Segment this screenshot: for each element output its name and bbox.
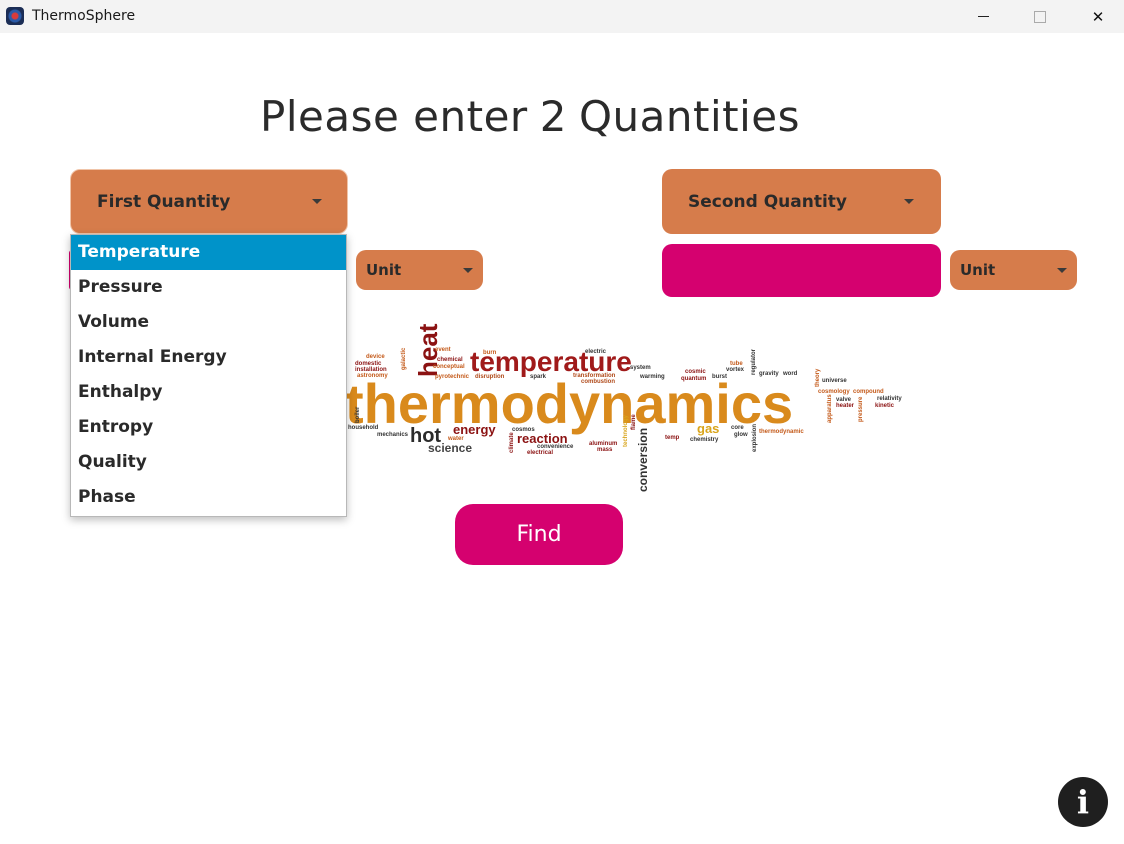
word-cloud-quantum: quantum [681, 376, 706, 382]
info-icon: i [1076, 783, 1090, 821]
close-icon: ✕ [1091, 7, 1105, 26]
word-cloud-glow: glow [734, 432, 748, 438]
word-cloud-burst: burst [712, 374, 727, 380]
word-cloud-household: household [348, 425, 379, 431]
word-cloud-pyrotechnic: pyrotechnic [435, 374, 470, 380]
word-cloud-universe: universe [822, 378, 847, 384]
dropdown-option-quality[interactable]: Quality [71, 445, 346, 480]
word-cloud-core: core [731, 425, 744, 431]
word-cloud-science: science [428, 441, 472, 455]
word-cloud-conceptual: conceptual [433, 364, 465, 370]
word-cloud-vortex: vortex [726, 367, 745, 373]
word-cloud-cosmology: cosmology [818, 389, 850, 395]
word-cloud-warming: warming [639, 374, 665, 380]
word-cloud-electrical: electrical [527, 450, 553, 456]
word-cloud-chemistry: chemistry [690, 437, 719, 443]
word-cloud-galactic: galactic [401, 347, 407, 370]
heading-prefix: Please enter [260, 92, 528, 141]
word-cloud-mechanics: mechanics [377, 432, 409, 438]
word-cloud-gas: gas [697, 421, 719, 436]
word-cloud-device: device [366, 354, 385, 360]
chevron-down-icon [463, 268, 473, 273]
word-cloud-aluminum: aluminum [589, 441, 617, 447]
word-cloud-gravity: gravity [759, 371, 779, 377]
word-cloud-kinetic: kinetic [875, 403, 895, 409]
chevron-down-icon [904, 199, 914, 204]
dropdown-option-phase[interactable]: Phase [71, 480, 346, 515]
word-cloud-pressure: pressure [858, 396, 864, 422]
word-cloud-chemical: chemical [437, 357, 463, 363]
word-cloud-burn: burn [483, 350, 497, 356]
window-title: ThermoSphere [32, 8, 136, 24]
word-cloud-mass: mass [597, 447, 613, 453]
dropdown-option-enthalpy[interactable]: Enthalpy [71, 375, 346, 410]
word-cloud-theory: theory [815, 368, 821, 387]
word-cloud-transformation: transformation [573, 373, 616, 379]
first-unit-combo[interactable]: Unit [356, 250, 483, 290]
first-quantity-combo[interactable]: First Quantity [70, 169, 348, 234]
word-cloud-system: system [630, 365, 651, 371]
chevron-down-icon [312, 199, 322, 204]
thermodynamics-word-cloud: thermodynamics temperature heat hot scie… [345, 323, 902, 492]
word-cloud-astronomy: astronomy [357, 373, 388, 379]
second-unit-label: Unit [960, 261, 996, 279]
dropdown-option-pressure[interactable]: Pressure [71, 270, 346, 305]
word-cloud-cosmos: cosmos [512, 427, 535, 433]
first-unit-label: Unit [366, 261, 402, 279]
word-cloud-compound: compound [853, 389, 884, 395]
first-quantity-dropdown-list: Temperature Pressure Volume Internal Ene… [70, 234, 347, 517]
heading-count: 2 [539, 92, 567, 141]
minimize-icon [977, 16, 989, 17]
first-quantity-label: First Quantity [97, 191, 231, 212]
maximize-button[interactable] [1017, 0, 1063, 33]
word-cloud-electric: electric [585, 349, 607, 355]
info-button[interactable]: i [1058, 777, 1108, 827]
word-cloud-apparatus: apparatus [827, 394, 833, 423]
chevron-down-icon [1057, 268, 1067, 273]
second-unit-combo[interactable]: Unit [950, 250, 1077, 290]
heading-suffix: Quantities [578, 92, 800, 141]
dropdown-option-temperature[interactable]: Temperature [71, 235, 346, 270]
maximize-icon [1034, 10, 1046, 23]
word-cloud-event: event [435, 347, 451, 353]
word-cloud-technology: technology [623, 414, 629, 447]
page-heading: Please enter 2 Quantities [0, 92, 1060, 141]
word-cloud-relativity: relativity [877, 396, 902, 402]
word-cloud-regulator: regulator [751, 348, 757, 375]
word-cloud-word: word [782, 371, 798, 377]
word-cloud-energy: energy [453, 422, 496, 437]
word-cloud-climate: climate [509, 432, 515, 453]
word-cloud-thermodynamic: thermodynamic [759, 429, 804, 435]
word-cloud-disruption: disruption [475, 374, 505, 380]
second-value-input[interactable] [662, 244, 941, 297]
dropdown-option-entropy[interactable]: Entropy [71, 410, 346, 445]
second-quantity-label: Second Quantity [688, 191, 848, 212]
find-button[interactable]: Find [455, 504, 623, 565]
app-logo-icon [6, 7, 24, 25]
word-cloud-conversion: conversion [636, 428, 650, 492]
close-button[interactable]: ✕ [1075, 0, 1121, 33]
second-quantity-combo[interactable]: Second Quantity [662, 169, 941, 234]
word-cloud-boiler: boiler [355, 406, 361, 423]
word-cloud-cosmic: cosmic [685, 369, 706, 375]
dropdown-option-volume[interactable]: Volume [71, 305, 346, 340]
title-bar: ThermoSphere ✕ [0, 0, 1124, 33]
word-cloud-water: water [447, 436, 464, 442]
word-cloud-explosion: explosion [752, 424, 758, 452]
dropdown-option-internal-energy[interactable]: Internal Energy [71, 340, 346, 375]
word-cloud-heater: heater [836, 403, 855, 409]
word-cloud-temp: temp [665, 435, 680, 441]
word-cloud-spark: spark [530, 374, 547, 380]
minimize-button[interactable] [960, 0, 1006, 33]
word-cloud-flame: flame [631, 414, 637, 430]
word-cloud-combustion: combustion [581, 379, 615, 385]
